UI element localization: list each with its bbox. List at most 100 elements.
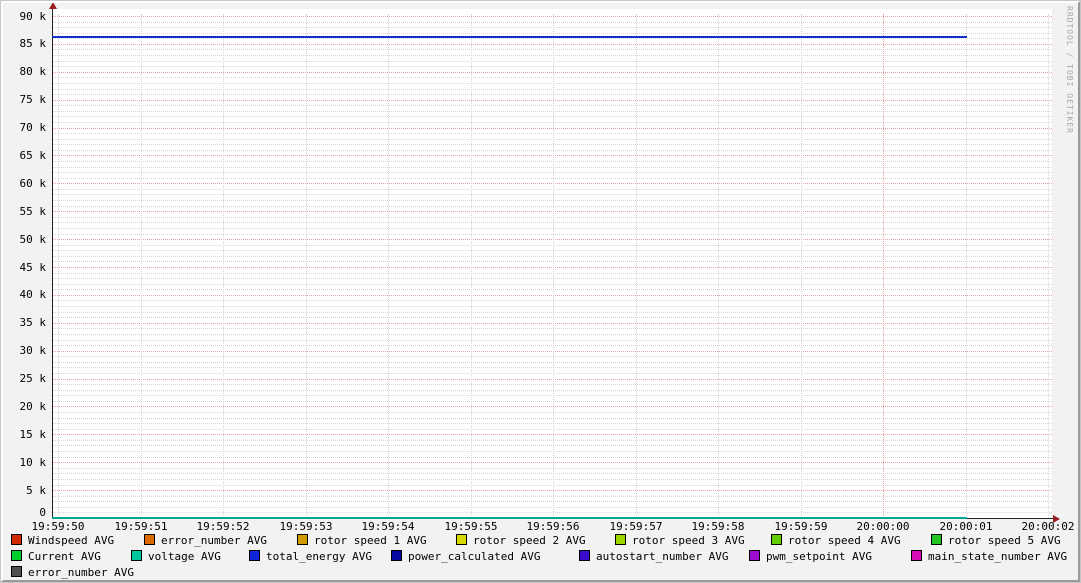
x-tick-label: 19:59:55 [436, 521, 506, 532]
plot-canvas [52, 9, 1052, 518]
minor-gridline-h [52, 507, 1052, 508]
rrdtool-watermark: RRDTOOL / TOBI OETIKER [1065, 6, 1074, 134]
legend-label: rotor speed 1 AVG [314, 534, 427, 547]
minor-gridline-h [52, 228, 1052, 229]
major-gridline-v [883, 14, 884, 518]
y-tick-label: 30 k [6, 345, 46, 356]
minor-gridline-h [52, 49, 1052, 50]
minor-gridline-h [52, 261, 1052, 262]
minor-gridline-h [52, 206, 1052, 207]
minor-gridline-h [52, 222, 1052, 223]
major-gridline-h [52, 239, 1052, 240]
major-gridline-h [52, 406, 1052, 407]
minor-gridline-v [636, 14, 637, 518]
minor-gridline-v [801, 14, 802, 518]
legend-label: pwm_setpoint AVG [766, 550, 872, 563]
legend-label: rotor speed 4 AVG [788, 534, 901, 547]
legend-item: rotor speed 2 AVG [456, 534, 586, 547]
minor-gridline-h [52, 234, 1052, 235]
minor-gridline-h [52, 317, 1052, 318]
y-tick-label: 55 k [6, 206, 46, 217]
minor-gridline-v [966, 14, 967, 518]
minor-gridline-h [52, 250, 1052, 251]
legend-label: total_energy AVG [266, 550, 372, 563]
major-gridline-h [52, 44, 1052, 45]
minor-gridline-h [52, 512, 1052, 513]
major-gridline-h [52, 462, 1052, 463]
y-tick-label: 40 k [6, 289, 46, 300]
legend-swatch [456, 534, 467, 545]
minor-gridline-h [52, 55, 1052, 56]
series-line-total_energy-avg [52, 36, 967, 38]
x-tick-label: 19:59:57 [601, 521, 671, 532]
y-tick-label: 80 k [6, 66, 46, 77]
minor-gridline-h [52, 473, 1052, 474]
legend-item: Windspeed AVG [11, 534, 114, 547]
y-tick-label: 75 k [6, 94, 46, 105]
minor-gridline-h [52, 440, 1052, 441]
legend-item: total_energy AVG [249, 550, 372, 563]
legend-item: error_number AVG [11, 566, 134, 579]
minor-gridline-h [52, 172, 1052, 173]
minor-gridline-h [52, 356, 1052, 357]
legend-swatch [579, 550, 590, 561]
minor-gridline-h [52, 300, 1052, 301]
x-tick-label: 19:59:56 [518, 521, 588, 532]
legend-label: power_calculated AVG [408, 550, 540, 563]
x-tick-label: 19:59:50 [23, 521, 93, 532]
legend-swatch [911, 550, 922, 561]
minor-gridline-h [52, 384, 1052, 385]
legend-swatch [771, 534, 782, 545]
minor-gridline-h [52, 445, 1052, 446]
legend-label: error_number AVG [28, 566, 134, 579]
minor-gridline-h [52, 94, 1052, 95]
minor-gridline-h [52, 278, 1052, 279]
legend-swatch [144, 534, 155, 545]
x-tick-label: 20:00:01 [931, 521, 1001, 532]
legend-item: autostart_number AVG [579, 550, 728, 563]
legend-label: rotor speed 5 AVG [948, 534, 1061, 547]
legend-item: rotor speed 5 AVG [931, 534, 1061, 547]
minor-gridline-h [52, 89, 1052, 90]
x-tick-label: 19:59:51 [106, 521, 176, 532]
y-tick-label: 25 k [6, 373, 46, 384]
legend-label: voltage AVG [148, 550, 221, 563]
minor-gridline-h [52, 77, 1052, 78]
minor-gridline-v [718, 14, 719, 518]
legend-label: autostart_number AVG [596, 550, 728, 563]
x-tick-label: 19:59:52 [188, 521, 258, 532]
y-tick-label: 20 k [6, 401, 46, 412]
legend-item: pwm_setpoint AVG [749, 550, 872, 563]
minor-gridline-h [52, 167, 1052, 168]
minor-gridline-v [388, 14, 389, 518]
x-tick-label: 19:59:53 [271, 521, 341, 532]
minor-gridline-h [52, 496, 1052, 497]
minor-gridline-h [52, 61, 1052, 62]
minor-gridline-h [52, 33, 1052, 34]
minor-gridline-h [52, 178, 1052, 179]
minor-gridline-h [52, 105, 1052, 106]
minor-gridline-v [471, 14, 472, 518]
major-gridline-h [52, 267, 1052, 268]
y-tick-label: 60 k [6, 178, 46, 189]
minor-gridline-h [52, 312, 1052, 313]
legend-swatch [11, 534, 22, 545]
x-tick-label: 19:59:58 [683, 521, 753, 532]
major-gridline-h [52, 490, 1052, 491]
x-tick-label: 19:59:59 [766, 521, 836, 532]
minor-gridline-h [52, 429, 1052, 430]
legend-label: main_state_number AVG [928, 550, 1067, 563]
major-gridline-h [52, 16, 1052, 17]
major-gridline-h [52, 295, 1052, 296]
minor-gridline-h [52, 501, 1052, 502]
minor-gridline-h [52, 116, 1052, 117]
legend-item: main_state_number AVG [911, 550, 1067, 563]
minor-gridline-h [52, 245, 1052, 246]
y-tick-label: 50 k [6, 234, 46, 245]
minor-gridline-h [52, 423, 1052, 424]
legend-swatch [11, 566, 22, 577]
minor-gridline-h [52, 451, 1052, 452]
minor-gridline-h [52, 133, 1052, 134]
legend-swatch [11, 550, 22, 561]
legend-item: Current AVG [11, 550, 101, 563]
